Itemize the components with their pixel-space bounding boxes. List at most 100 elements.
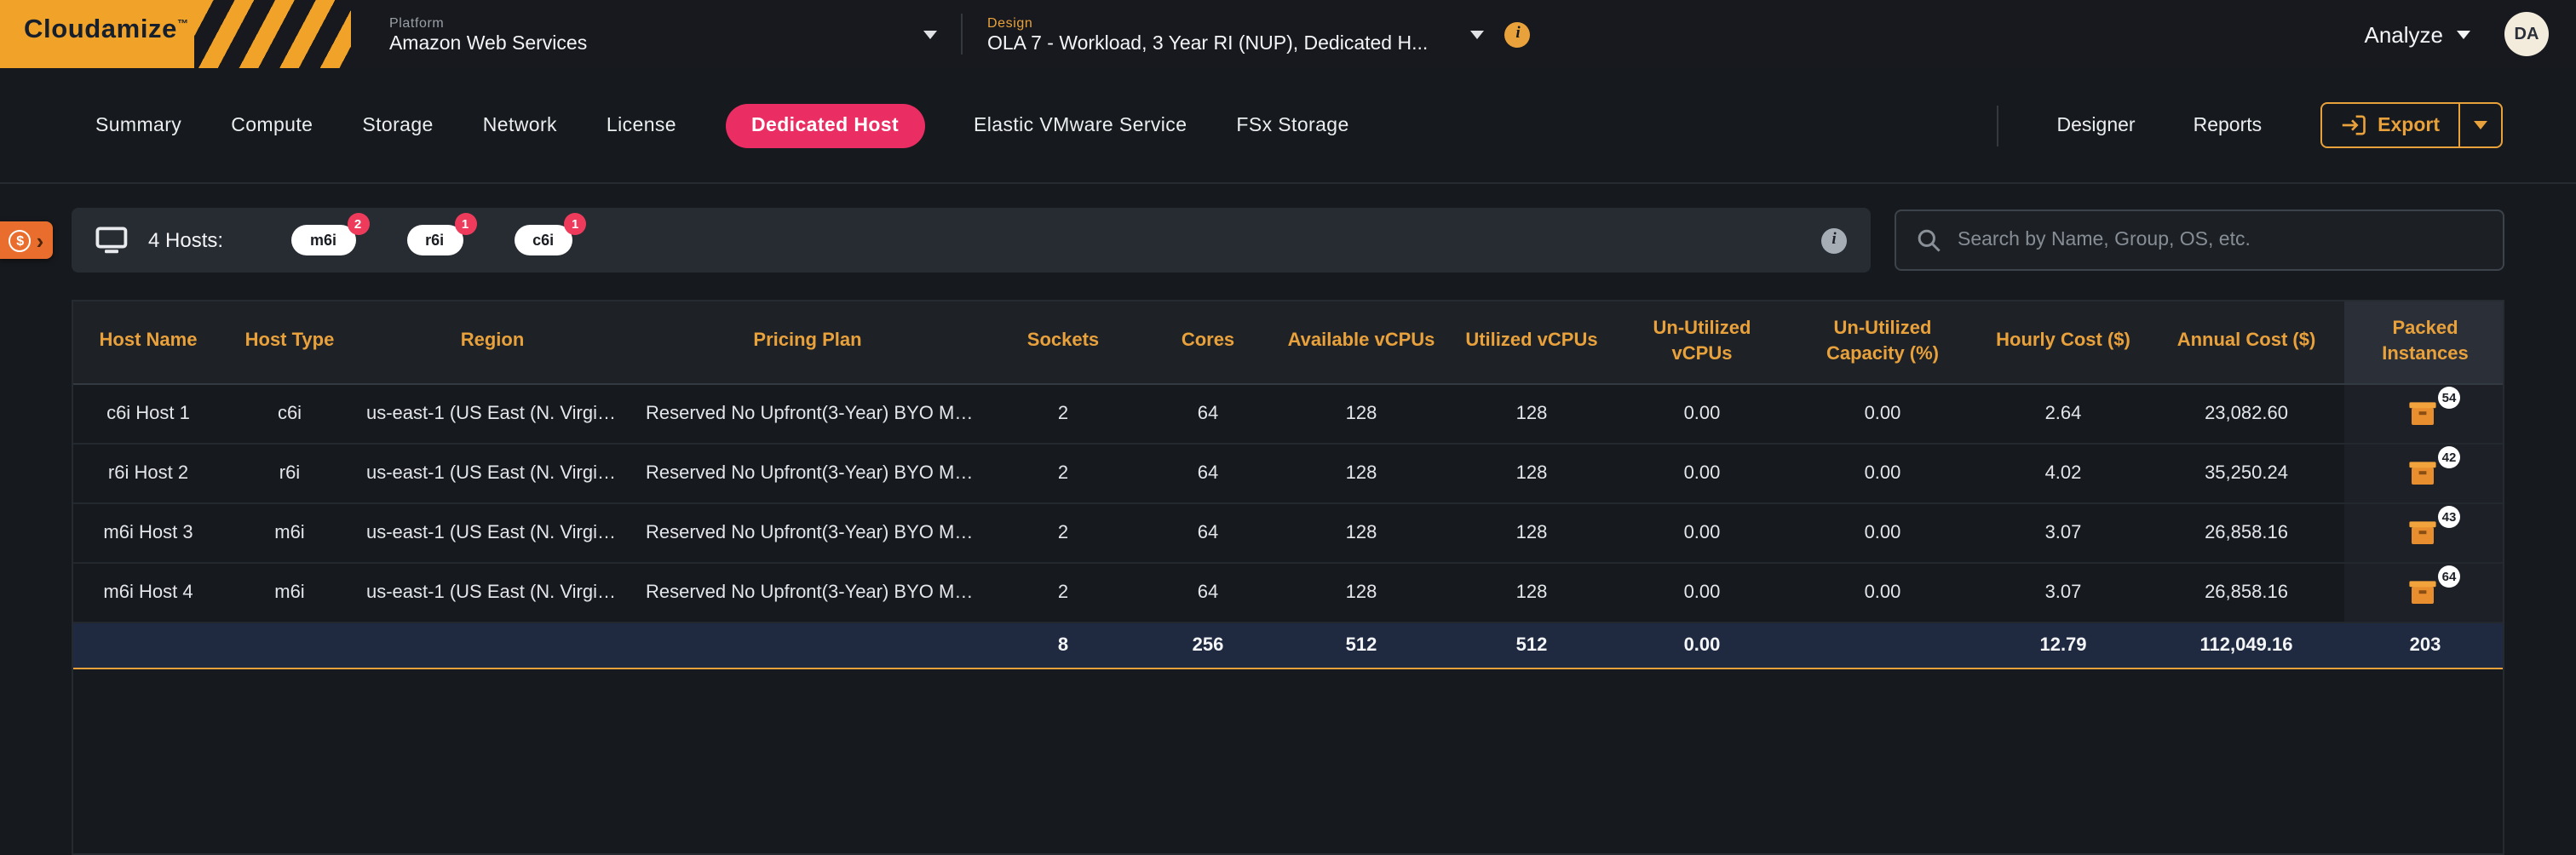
hosts-table: Host Name Host Type Region Pricing Plan … [73,301,2504,669]
cell-utilized-vcpus: 128 [1446,562,1617,622]
cell-cores: 64 [1140,443,1276,502]
col-header-cores[interactable]: Cores [1140,301,1276,383]
total-annual-cost: 112,049.16 [2148,622,2344,668]
cell-host-name: m6i Host 3 [73,502,223,562]
col-header-utilized-vcpus[interactable]: Utilized vCPUs [1446,301,1617,383]
design-label: Design [987,14,1454,30]
col-header-unutilized-vcpus[interactable]: Un-Utilized vCPUs [1617,301,1787,383]
avatar[interactable]: DA [2504,12,2549,56]
search-icon [1917,227,1942,253]
cell-available-vcpus: 128 [1276,383,1446,443]
host-pill-m6i[interactable]: m6i 2 [291,225,355,255]
host-pill-label: m6i [310,232,336,249]
reports-link[interactable]: Reports [2194,115,2263,135]
cell-hourly-cost: 4.02 [1978,443,2148,502]
design-select-text: Design OLA 7 - Workload, 3 Year RI (NUP)… [987,14,1454,54]
table-row[interactable]: m6i Host 3 m6i us-east-1 (US East (N. Vi… [73,502,2504,562]
export-button-main[interactable]: Export [2321,104,2458,146]
tab-strip: Summary Compute Storage Network License … [0,103,1349,147]
chevron-down-icon [1471,30,1485,38]
col-header-host-type[interactable]: Host Type [223,301,356,383]
cell-host-name: c6i Host 1 [73,383,223,443]
total-packed-instances: 203 [2344,622,2504,668]
cell-region: us-east-1 (US East (N. Virginia)) [356,502,629,562]
col-header-sockets[interactable]: Sockets [986,301,1140,383]
platform-label: Platform [389,14,907,30]
cell-sockets: 2 [986,443,1140,502]
host-pill-r6i[interactable]: r6i 1 [406,225,463,255]
logo-trademark: ™ [177,19,188,31]
chevron-right-icon: › [37,229,44,251]
chevron-down-icon [924,30,938,38]
design-info-icon[interactable]: i [1505,21,1531,47]
cell-unutilized-vcpus: 0.00 [1617,502,1787,562]
cell-available-vcpus: 128 [1276,562,1446,622]
cell-unutilized-capacity: 0.00 [1787,562,1978,622]
design-select[interactable]: Design OLA 7 - Workload, 3 Year RI (NUP)… [987,14,1485,54]
total-region [356,622,629,668]
tab-fsx-storage[interactable]: FSx Storage [1236,103,1348,147]
cell-pricing-plan: Reserved No Upfront(3-Year) BYO MSFT... [629,502,986,562]
tab-summary[interactable]: Summary [95,103,181,147]
col-header-pricing-plan[interactable]: Pricing Plan [629,301,986,383]
host-pill-count-badge: 2 [347,213,369,235]
cell-utilized-vcpus: 128 [1446,443,1617,502]
tab-compute[interactable]: Compute [231,103,313,147]
cell-region: us-east-1 (US East (N. Virginia)) [356,562,629,622]
tab-elastic-vmware-service[interactable]: Elastic VMware Service [974,103,1187,147]
cell-unutilized-vcpus: 0.00 [1617,383,1787,443]
cell-annual-cost: 35,250.24 [2148,443,2344,502]
col-header-packed-instances[interactable]: Packed Instances [2344,301,2504,383]
export-dropdown-toggle[interactable] [2458,104,2501,146]
total-sockets: 8 [986,622,1140,668]
col-header-hourly-cost[interactable]: Hourly Cost ($) [1978,301,2148,383]
cell-annual-cost: 26,858.16 [2148,562,2344,622]
cell-host-name: r6i Host 2 [73,443,223,502]
cell-sockets: 2 [986,562,1140,622]
export-button[interactable]: Export [2320,102,2503,148]
host-pill-c6i[interactable]: c6i 1 [514,225,572,255]
col-header-region[interactable]: Region [356,301,629,383]
cell-packed-instances[interactable]: 42 [2344,443,2504,502]
cell-packed-instances[interactable]: 43 [2344,502,2504,562]
dollar-icon: $ [9,229,32,251]
cell-sockets: 2 [986,383,1140,443]
col-header-unutilized-capacity[interactable]: Un-Utilized Capacity (%) [1787,301,1978,383]
tab-dedicated-host[interactable]: Dedicated Host [726,103,924,147]
tab-license[interactable]: License [607,103,676,147]
cell-pricing-plan: Reserved No Upfront(3-Year) BYO MSFT... [629,443,986,502]
toolbar-row: 4 Hosts: m6i 2 r6i 1 c6i 1 i [72,208,2504,273]
table-row[interactable]: r6i Host 2 r6i us-east-1 (US East (N. Vi… [73,443,2504,502]
cell-host-type: c6i [223,383,356,443]
cell-utilized-vcpus: 128 [1446,502,1617,562]
host-pill-count-badge: 1 [454,213,476,235]
hosts-info-icon[interactable]: i [1821,227,1847,253]
col-header-annual-cost[interactable]: Annual Cost ($) [2148,301,2344,383]
search-box[interactable] [1895,209,2504,271]
cost-panel-toggle[interactable]: $ › [0,221,53,259]
table-row[interactable]: m6i Host 4 m6i us-east-1 (US East (N. Vi… [73,562,2504,622]
col-header-host-name[interactable]: Host Name [73,301,223,383]
tab-storage[interactable]: Storage [362,103,433,147]
total-pricing-plan [629,622,986,668]
total-unutilized-vcpus: 0.00 [1617,622,1787,668]
total-host-type [223,622,356,668]
logo-text: Cloudamize [24,17,177,43]
analyze-menu[interactable]: Analyze [2365,21,2471,47]
tab-network[interactable]: Network [483,103,557,147]
hosts-summary-bar: 4 Hosts: m6i 2 r6i 1 c6i 1 i [72,208,1871,273]
table-row[interactable]: c6i Host 1 c6i us-east-1 (US East (N. Vi… [73,383,2504,443]
chevron-down-icon [2474,121,2487,129]
platform-select-text: Platform Amazon Web Services [389,14,907,54]
packed-count-badge: 42 [2438,445,2460,468]
designer-link[interactable]: Designer [2057,115,2136,135]
search-input[interactable] [1958,230,2482,250]
cell-annual-cost: 23,082.60 [2148,383,2344,443]
host-pill-label: r6i [425,232,444,249]
cell-packed-instances[interactable]: 54 [2344,383,2504,443]
cell-available-vcpus: 128 [1276,502,1446,562]
platform-select[interactable]: Platform Amazon Web Services [389,14,938,54]
col-header-available-vcpus[interactable]: Available vCPUs [1276,301,1446,383]
cell-packed-instances[interactable]: 64 [2344,562,2504,622]
export-icon [2340,114,2366,136]
